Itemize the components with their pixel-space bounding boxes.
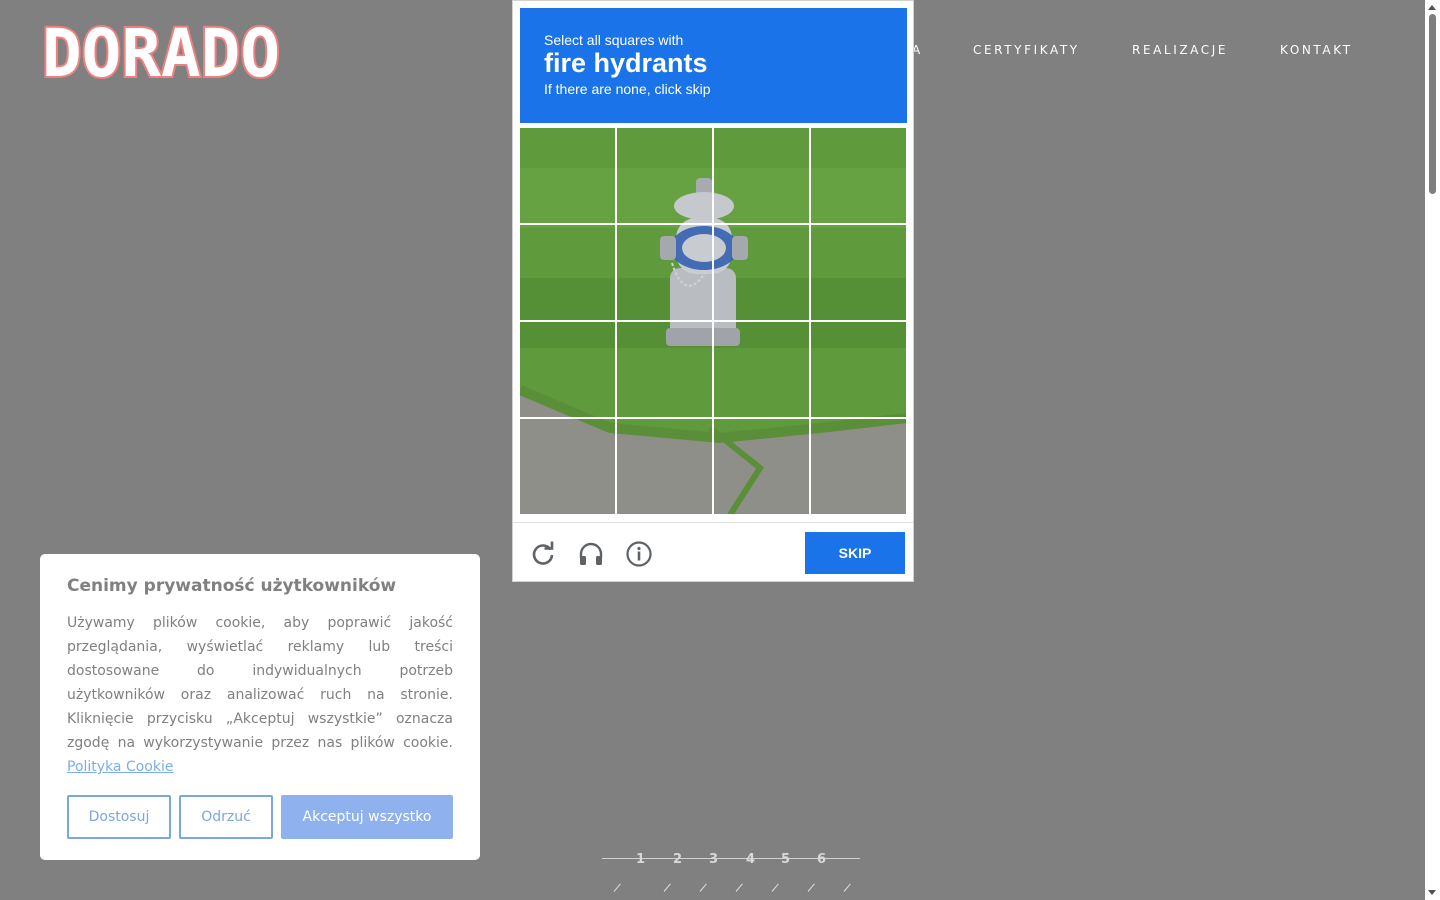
captcha-challenge: Select all squares with fire hydrants If… xyxy=(512,0,914,582)
captcha-tile[interactable] xyxy=(617,419,712,514)
reject-button[interactable]: Odrzuć xyxy=(179,795,273,839)
captcha-tile[interactable] xyxy=(520,128,615,223)
pager-tick xyxy=(663,883,671,892)
cookie-body-text: Używamy plików cookie, aby poprawić jako… xyxy=(67,615,453,751)
captcha-tile[interactable] xyxy=(617,322,712,417)
captcha-tile[interactable] xyxy=(520,322,615,417)
cookie-body: Używamy plików cookie, aby poprawić jako… xyxy=(67,611,453,779)
captcha-tile-image xyxy=(714,419,809,514)
cookie-consent-dialog: Cenimy prywatność użytkowników Używamy p… xyxy=(40,554,480,860)
captcha-tile-image xyxy=(617,225,712,320)
nav-item-kontakt[interactable]: KONTAKT xyxy=(1280,43,1353,57)
captcha-tile-image xyxy=(714,322,809,417)
headphones-icon[interactable] xyxy=(578,541,604,567)
pager-page-5[interactable]: 5 xyxy=(781,852,790,867)
captcha-tile[interactable] xyxy=(811,419,906,514)
captcha-tile-image xyxy=(520,128,615,223)
accept-all-button[interactable]: Akceptuj wszystko xyxy=(281,795,453,839)
captcha-tile-image xyxy=(617,419,712,514)
captcha-tile-image xyxy=(811,225,906,320)
pager-tick xyxy=(735,883,743,892)
pager-tick xyxy=(613,883,621,892)
captcha-instruction-line: Select all squares with xyxy=(544,32,684,48)
captcha-tile[interactable] xyxy=(520,225,615,320)
captcha-tile[interactable] xyxy=(714,419,809,514)
captcha-tile-image xyxy=(811,419,906,514)
scroll-up-arrow-icon[interactable] xyxy=(1428,5,1436,10)
captcha-tile[interactable] xyxy=(617,225,712,320)
skip-button[interactable]: SKIP xyxy=(805,532,905,574)
scroll-down-arrow-icon[interactable] xyxy=(1428,890,1436,895)
captcha-tile[interactable] xyxy=(811,322,906,417)
pager-page-2[interactable]: 2 xyxy=(673,852,682,867)
captcha-tile[interactable] xyxy=(714,225,809,320)
pager-page-1[interactable]: 1 xyxy=(636,852,645,867)
scroll-thumb[interactable] xyxy=(1429,14,1436,194)
cookie-title: Cenimy prywatność użytkowników xyxy=(67,576,397,596)
captcha-image-grid xyxy=(520,128,907,515)
customize-button[interactable]: Dostosuj xyxy=(67,795,171,839)
captcha-tile-image xyxy=(714,128,809,223)
pager-tick xyxy=(843,883,851,892)
captcha-tile-image xyxy=(520,419,615,514)
captcha-tile[interactable] xyxy=(714,322,809,417)
captcha-tile-image xyxy=(811,128,906,223)
captcha-tile-image xyxy=(520,322,615,417)
pager-page-4[interactable]: 4 xyxy=(746,852,755,867)
pager-page-3[interactable]: 3 xyxy=(709,852,718,867)
captcha-footer: SKIP xyxy=(513,522,913,583)
captcha-tile[interactable] xyxy=(811,225,906,320)
captcha-tile-image xyxy=(617,128,712,223)
captcha-hint: If there are none, click skip xyxy=(544,81,711,97)
captcha-tile[interactable] xyxy=(714,128,809,223)
pager-tick xyxy=(699,883,707,892)
page-scrollbar[interactable] xyxy=(1425,0,1440,900)
nav-item-certyfikaty[interactable]: CERTYFIKATY xyxy=(973,43,1080,57)
captcha-instructions: Select all squares with fire hydrants If… xyxy=(520,8,907,123)
captcha-tile-image xyxy=(811,322,906,417)
reload-icon[interactable] xyxy=(530,541,556,567)
captcha-target: fire hydrants xyxy=(544,48,708,78)
captcha-tile-image xyxy=(714,225,809,320)
info-icon[interactable] xyxy=(626,541,652,567)
pager-tick xyxy=(807,883,815,892)
pager-page-6[interactable]: 6 xyxy=(817,852,826,867)
pager-tick xyxy=(771,883,779,892)
cookie-policy-link[interactable]: Polityka Cookie xyxy=(67,759,173,775)
captcha-tile-image xyxy=(617,322,712,417)
nav-item-realizacje[interactable]: REALIZACJE xyxy=(1132,43,1228,57)
captcha-tile[interactable] xyxy=(520,419,615,514)
captcha-tile[interactable] xyxy=(617,128,712,223)
captcha-tile-image xyxy=(520,225,615,320)
captcha-tile[interactable] xyxy=(811,128,906,223)
